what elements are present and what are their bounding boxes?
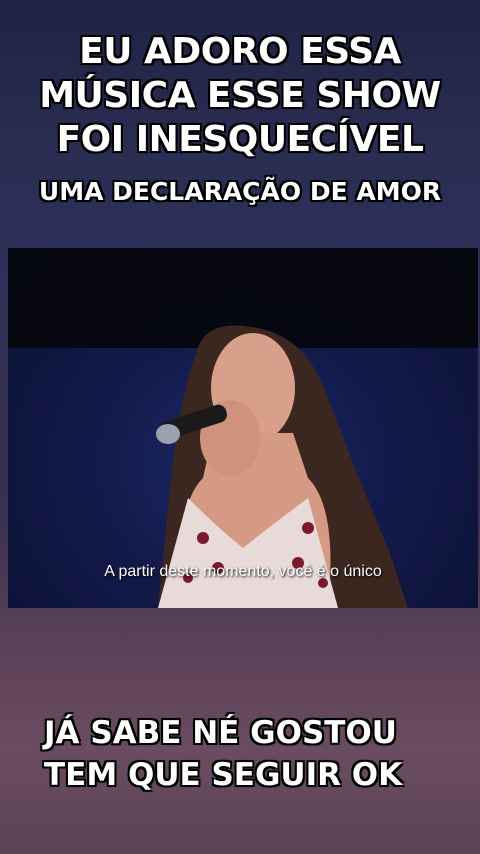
- video-subtitle: A partir deste momento, você é o único: [104, 563, 382, 580]
- video-frame[interactable]: A partir deste momento, você é o único: [8, 248, 478, 608]
- footer-caption: JÁ SABE NÉ GOSTOU TEM QUE SEGUIR OK: [44, 715, 403, 793]
- singer-figure: [156, 325, 408, 608]
- subheadline-text: UMA DECLARAÇÃO DE AMOR: [38, 177, 442, 206]
- top-caption: EU ADORO ESSA MÚSICA ESSE SHOW FOI INESQ…: [0, 30, 480, 208]
- headline-text: EU ADORO ESSA MÚSICA ESSE SHOW FOI INESQ…: [39, 31, 441, 160]
